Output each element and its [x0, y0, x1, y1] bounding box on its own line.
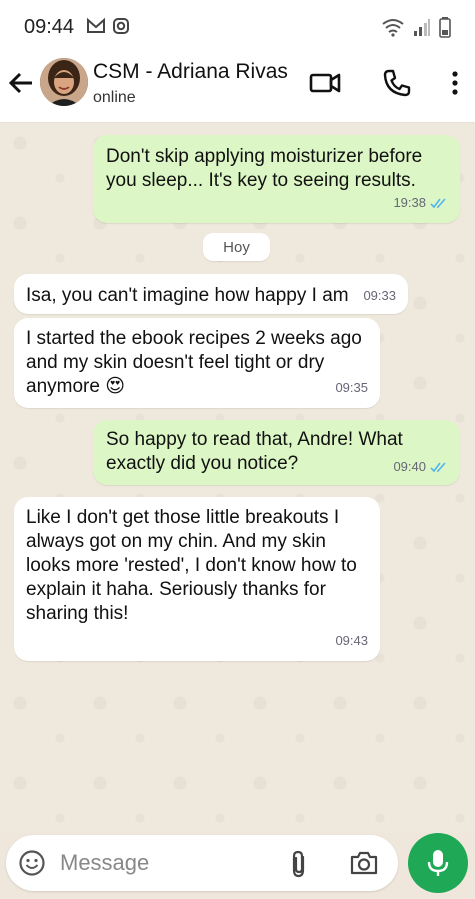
status-time: 09:44	[24, 16, 75, 38]
camera-icon[interactable]	[349, 850, 379, 876]
message-text: So happy to read that, Andre! What exact…	[106, 429, 403, 474]
message-meta: 19:38	[393, 191, 448, 215]
microphone-icon	[427, 850, 449, 876]
message-input[interactable]	[58, 847, 272, 879]
battery-icon	[439, 17, 451, 38]
date-separator: Hoy	[203, 233, 270, 261]
read-receipt-icon	[430, 462, 446, 473]
message-time: 09:35	[335, 380, 368, 395]
avatar[interactable]	[40, 58, 88, 106]
message-time: 09:33	[363, 288, 396, 303]
message-composer	[6, 835, 398, 891]
attach-icon[interactable]	[288, 849, 310, 879]
status-notification-icons	[86, 17, 130, 35]
message-bubble-outgoing[interactable]: Don't skip applying moisturizer before y…	[93, 135, 460, 223]
voice-record-button[interactable]	[408, 833, 468, 893]
message-bubble-incoming[interactable]: Isa, you can't imagine how happy I am 09…	[14, 274, 408, 314]
more-options-icon[interactable]	[443, 66, 467, 100]
read-receipt-icon	[430, 198, 446, 209]
gmail-icon	[87, 17, 105, 33]
message-meta: 09:35	[335, 376, 368, 400]
status-bar: 09:44	[0, 0, 475, 54]
voice-call-icon[interactable]	[380, 66, 414, 100]
wifi-icon	[382, 19, 404, 37]
message-text: I started the ebook recipes 2 weeks ago …	[26, 328, 362, 397]
message-time: 09:40	[393, 459, 426, 474]
message-text: Isa, you can't imagine how happy I am	[26, 285, 349, 306]
message-time: 09:43	[335, 633, 368, 648]
message-time: 19:38	[393, 195, 426, 210]
message-bubble-incoming[interactable]: Like I don't get those little breakouts …	[14, 497, 380, 661]
back-arrow-icon[interactable]	[6, 68, 36, 98]
signal-icon	[414, 19, 430, 36]
message-text: Like I don't get those little breakouts …	[26, 507, 357, 624]
message-meta: 09:33	[363, 284, 396, 308]
message-meta: 09:40	[393, 455, 448, 479]
contact-status: online	[93, 89, 136, 106]
video-call-icon[interactable]	[308, 66, 342, 100]
chat-header: CSM - Adriana Rivas online	[0, 54, 475, 123]
message-meta: 09:43	[335, 629, 368, 653]
message-bubble-incoming[interactable]: I started the ebook recipes 2 weeks ago …	[14, 318, 380, 408]
message-text: Don't skip applying moisturizer before y…	[106, 146, 423, 191]
contact-name[interactable]: CSM - Adriana Rivas	[93, 60, 288, 84]
message-bubble-outgoing[interactable]: So happy to read that, Andre! What exact…	[93, 420, 460, 485]
avatar-image	[40, 58, 88, 106]
instagram-icon	[113, 18, 129, 34]
emoji-icon[interactable]	[18, 849, 46, 877]
status-system-icons	[381, 16, 451, 38]
